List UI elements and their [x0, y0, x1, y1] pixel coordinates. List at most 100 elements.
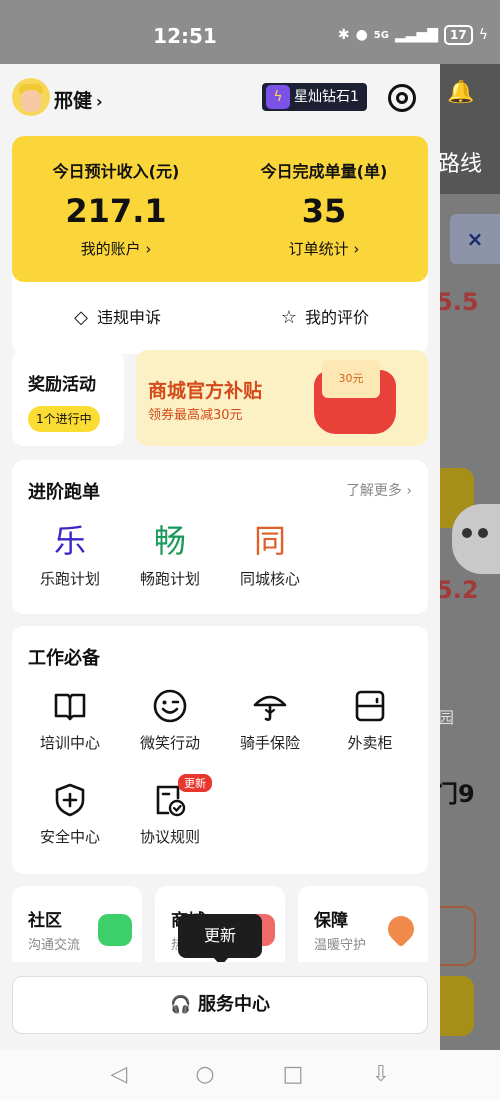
coupon-icon: 30元	[322, 360, 380, 398]
appeal-button[interactable]: ◇ 违规申诉	[12, 304, 220, 328]
item-label: 微笑行动	[139, 734, 200, 752]
locker-icon	[355, 690, 385, 722]
essentials-title: 工作必备	[28, 648, 100, 669]
protection-subtitle: 温暖守护	[314, 938, 367, 953]
learn-more-link[interactable]: 了解更多 ›	[346, 480, 412, 500]
lightning-icon: ϟ	[266, 85, 290, 109]
item-label: 外卖柜	[347, 734, 393, 752]
plan-glyph-icon: 畅	[153, 522, 186, 560]
advanced-item[interactable]: 乐乐跑计划	[20, 522, 120, 589]
item-label: 畅跑计划	[139, 570, 200, 588]
orders-stat[interactable]: 今日完成单量(单) 35 订单统计 ›	[220, 136, 428, 259]
user-name-link[interactable]: 邢健 ›	[54, 86, 103, 113]
income-label: 今日预计收入(元)	[52, 162, 180, 181]
user-name: 邢健	[54, 90, 93, 112]
delivery-locker-item[interactable]: 外卖柜	[320, 688, 420, 753]
back-icon[interactable]: ◁	[104, 1060, 134, 1090]
signal-icon: ▂▃▅▇	[394, 27, 439, 43]
banner-title: 商城官方补贴	[148, 380, 263, 402]
battery-indicator: 17	[444, 25, 473, 45]
review-button[interactable]: ☆ 我的评价	[220, 304, 428, 328]
orders-link[interactable]: 订单统计 ›	[220, 238, 428, 259]
bluetooth-icon: ✱	[337, 27, 350, 43]
community-title: 社区	[28, 911, 62, 931]
shield-icon	[55, 783, 85, 817]
item-label: 同城核心	[239, 570, 300, 588]
item-label: 安全中心	[39, 828, 100, 846]
rider-insurance-item[interactable]: 骑手保险	[220, 688, 320, 753]
system-nav-bar: ◁ ○ □ ⇩	[0, 1050, 500, 1100]
appeal-label: 违规申诉	[96, 308, 161, 327]
service-center-label: 服务中心	[198, 994, 270, 1015]
item-label: 乐跑计划	[39, 570, 100, 588]
plan-glyph-icon: 乐	[53, 522, 86, 560]
safety-center-item[interactable]: 安全中心	[20, 782, 120, 847]
banner-subtitle: 领券最高减30元	[148, 408, 243, 423]
item-label: 骑手保险	[239, 734, 300, 752]
umbrella-icon	[253, 695, 287, 721]
review-label: 我的评价	[304, 308, 369, 327]
side-drawer: 邢健 › ϟ 星灿钻石1 今日预计收入(元) 217.1 我的账户 › 今日完成单…	[0, 64, 440, 1050]
advanced-item[interactable]: 畅畅跑计划	[120, 522, 220, 589]
background-value-1: 5.5	[440, 288, 479, 316]
background-yellow-block-2	[440, 976, 474, 1036]
update-badge: 更新	[178, 774, 212, 792]
background-route-text: 路线	[440, 152, 483, 177]
advanced-item[interactable]: 同同城核心	[220, 522, 320, 589]
orders-value: 35	[301, 192, 347, 230]
location-icon: ●	[355, 27, 368, 43]
income-value: 217.1	[65, 192, 167, 230]
protection-title: 保障	[314, 911, 348, 931]
background-value-2: 5.2	[440, 576, 479, 604]
headset-icon: 🎧	[170, 995, 192, 1015]
income-stat[interactable]: 今日预计收入(元) 217.1 我的账户 ›	[12, 136, 220, 259]
charging-icon: ϟ	[478, 27, 488, 43]
status-bar: 12:51 ✱ ● 5G ▂▃▅▇ 17 ϟ	[0, 0, 500, 64]
drawer-header: 邢健 › ϟ 星灿钻石1	[0, 64, 440, 132]
rewards-card[interactable]: 奖励活动 1个进行中	[12, 350, 124, 446]
background-garden-text: 园	[440, 708, 455, 727]
agreement-rules-item[interactable]: 更新 协议规则	[120, 774, 220, 847]
item-label: 协议规则	[139, 828, 200, 846]
stats-actions: ◇ 违规申诉 ☆ 我的评价	[12, 282, 428, 354]
mall-subsidy-banner[interactable]: 30元 商城官方补贴 领券最高减30元	[136, 350, 428, 446]
book-icon	[54, 693, 86, 721]
smile-action-item[interactable]: 微笑行动	[120, 688, 220, 753]
community-subtitle: 沟通交流	[28, 938, 81, 953]
advanced-title: 进阶跑单	[28, 482, 100, 503]
status-icons: ✱ ● 5G ▂▃▅▇ 17 ϟ	[338, 25, 488, 45]
background-outline-button	[440, 906, 476, 966]
recents-icon[interactable]: □	[278, 1060, 308, 1090]
level-badge-label: 星灿钻石1	[294, 89, 359, 105]
service-center-bar: 🎧 服务中心	[0, 962, 440, 1050]
heart-icon	[382, 910, 420, 948]
star-icon: ☆	[280, 307, 298, 328]
home-icon[interactable]: ○	[190, 1060, 220, 1090]
advanced-section: 进阶跑单 了解更多 › 乐乐跑计划畅畅跑计划同同城核心	[12, 460, 428, 614]
orders-label: 今日完成单量(单)	[260, 162, 388, 181]
background-close-button: ×	[450, 214, 500, 264]
stats-card: 今日预计收入(元) 217.1 我的账户 › 今日完成单量(单) 35 订单统计…	[12, 136, 428, 354]
account-link[interactable]: 我的账户 ›	[12, 238, 220, 259]
avatar[interactable]	[12, 78, 50, 116]
stats-summary: 今日预计收入(元) 217.1 我的账户 › 今日完成单量(单) 35 订单统计…	[12, 136, 428, 282]
avatar-face	[21, 90, 41, 112]
network-label: 5G	[373, 29, 389, 41]
plan-glyph-icon: 同	[253, 522, 286, 560]
settings-gear-icon[interactable]	[388, 84, 416, 112]
level-badge[interactable]: ϟ 星灿钻石1	[262, 83, 367, 111]
service-center-button[interactable]: 🎧 服务中心	[12, 976, 428, 1034]
hide-nav-icon[interactable]: ⇩	[366, 1060, 396, 1090]
update-tooltip[interactable]: 更新	[178, 914, 262, 966]
smile-icon	[153, 689, 187, 723]
rewards-ongoing-badge: 1个进行中	[28, 406, 100, 432]
essentials-section: 工作必备 培训中心 微笑行动 骑手保险 外卖柜 安全中心 更新 协议规则	[12, 626, 428, 874]
rewards-title: 奖励活动	[28, 375, 96, 395]
status-time: 12:51	[153, 24, 217, 48]
bell-icon: 🔔	[447, 80, 475, 105]
training-center-item[interactable]: 培训中心	[20, 688, 120, 753]
background-page: 路线 × 5.5 5.2 园 门9	[440, 64, 500, 1050]
chat-bubble-icon	[98, 914, 132, 946]
item-label: 培训中心	[39, 734, 100, 752]
chevron-right-icon: ›	[96, 92, 103, 111]
